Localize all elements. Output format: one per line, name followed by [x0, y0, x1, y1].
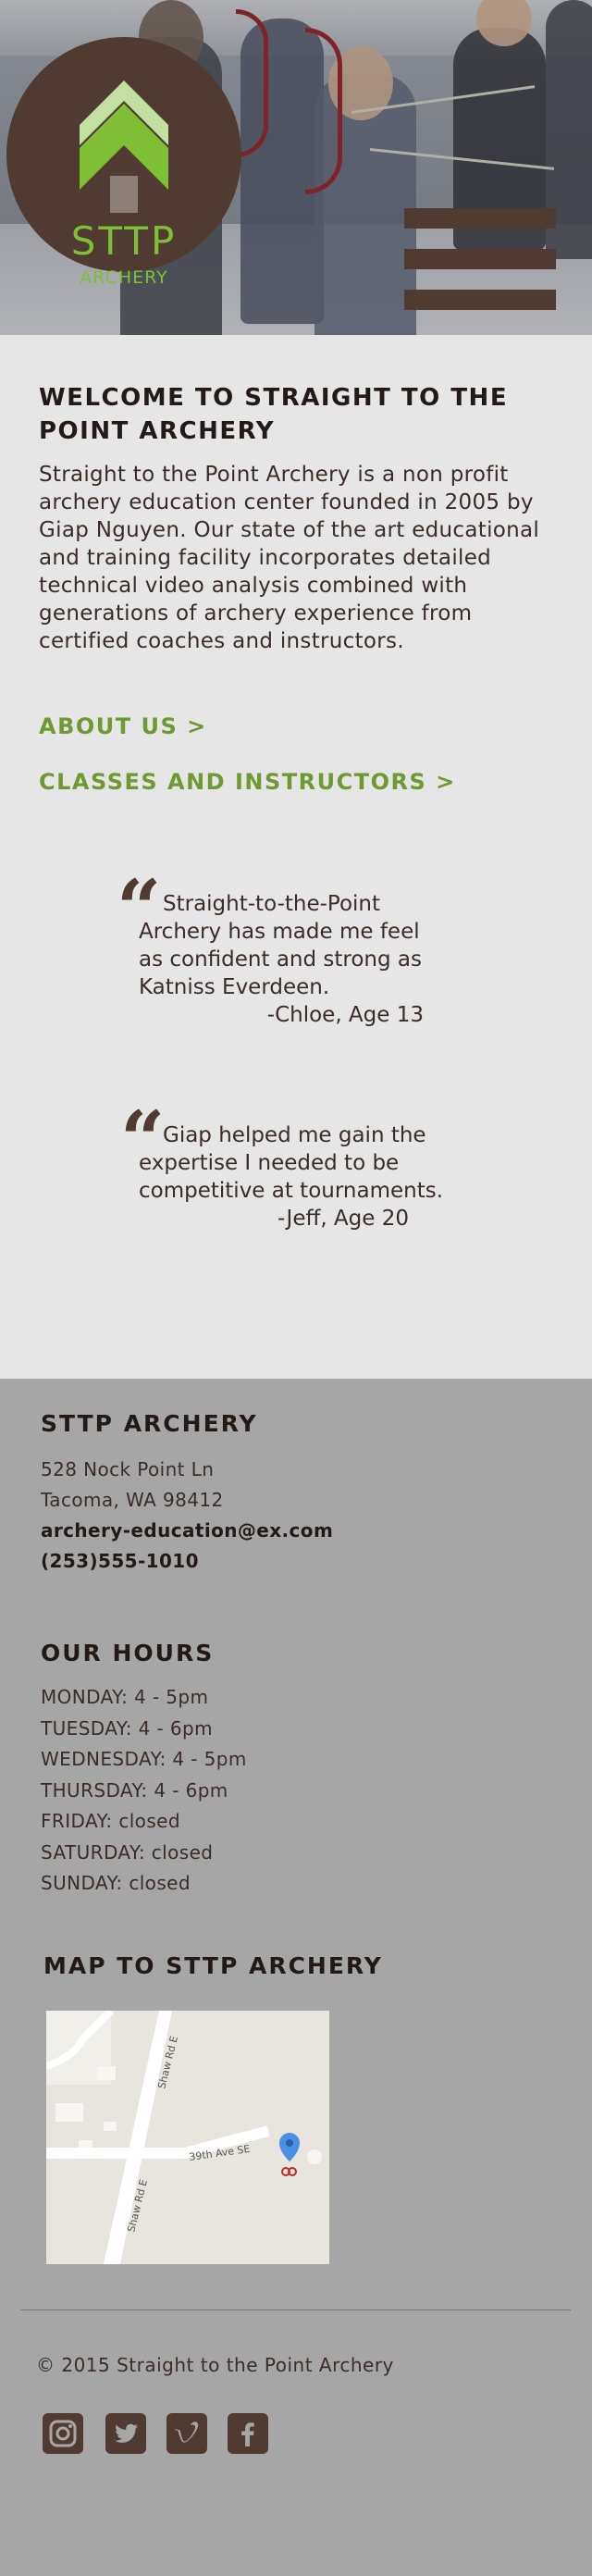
hamburger-menu-icon[interactable] [404, 208, 556, 310]
logo-title: STTP [70, 218, 178, 264]
map-title: MAP TO STTP ARCHERY [43, 1952, 383, 1979]
site-footer: STTP ARCHERY 528 Nock Point Ln Tacoma, W… [0, 1379, 592, 2576]
testimonial-text: Giap helped me gain the expertise I need… [139, 1123, 444, 1203]
address-line: 528 Nock Point Ln [41, 1458, 215, 1480]
instagram-icon[interactable] [43, 2413, 83, 2454]
hours-item: THURSDAY: 4 - 6pm [41, 1778, 228, 1802]
contact-title: STTP ARCHERY [41, 1410, 258, 1437]
menu-bar [404, 249, 556, 269]
classes-and-instructors-link[interactable]: CLASSES AND INSTRUCTORS > [39, 769, 456, 795]
email-link[interactable]: archery-education@ex.com [41, 1516, 333, 1546]
testimonial-author: -Jeff, Age 20 [277, 1207, 409, 1231]
hero-banner: STTP ARCHERY [0, 0, 592, 335]
facebook-icon[interactable] [228, 2413, 268, 2454]
address-line: Tacoma, WA 98412 [41, 1489, 224, 1511]
twitter-icon[interactable] [105, 2413, 146, 2454]
phone-link[interactable]: (253)555-1010 [41, 1546, 199, 1577]
logo-subtitle: ARCHERY [80, 267, 168, 288]
hours-item: FRIDAY: closed [41, 1810, 180, 1832]
site-logo[interactable]: STTP ARCHERY [6, 37, 241, 287]
hours-item: SATURDAY: closed [41, 1840, 214, 1864]
hours-item: TUESDAY: 4 - 6pm [41, 1716, 213, 1740]
testimonial: “ Straight-to-the-Point Archery has made… [117, 870, 444, 1029]
hours-item: MONDAY: 4 - 5pm [41, 1686, 209, 1708]
quote-mark-icon: “ [117, 862, 162, 954]
hours-item: SUNDAY: closed [41, 1872, 191, 1894]
hours-title: OUR HOURS [41, 1640, 215, 1666]
copyright: © 2015 Straight to the Point Archery [36, 2354, 394, 2376]
testimonial-author: -Chloe, Age 13 [266, 1003, 424, 1027]
testimonial-text: Straight-to-the-Point Archery has made m… [139, 892, 422, 999]
location-map[interactable]: 39th Ave SE Shaw Rd E Shaw Rd E [46, 2011, 329, 2264]
welcome-title: WELCOME TO STRAIGHT TO THE POINT ARCHERY [39, 384, 509, 445]
about-us-link[interactable]: ABOUT US > [39, 713, 207, 739]
vimeo-icon[interactable] [166, 2413, 207, 2454]
hours-item: WEDNESDAY: 4 - 5pm [41, 1748, 247, 1770]
menu-bar [404, 290, 556, 310]
menu-bar [404, 208, 556, 229]
quote-mark-icon: “ [120, 1094, 166, 1185]
main-content: WELCOME TO STRAIGHT TO THE POINT ARCHERY… [0, 335, 592, 1379]
welcome-body: Straight to the Point Archery is a non p… [39, 463, 540, 653]
hours-list: MONDAY: 4 - 5pm TUESDAY: 4 - 6pm WEDNESD… [41, 1682, 247, 1900]
map-graphic: 39th Ave SE Shaw Rd E Shaw Rd E [46, 2011, 329, 2264]
testimonial: “ Giap helped me gain the expertise I ne… [120, 1101, 444, 1232]
